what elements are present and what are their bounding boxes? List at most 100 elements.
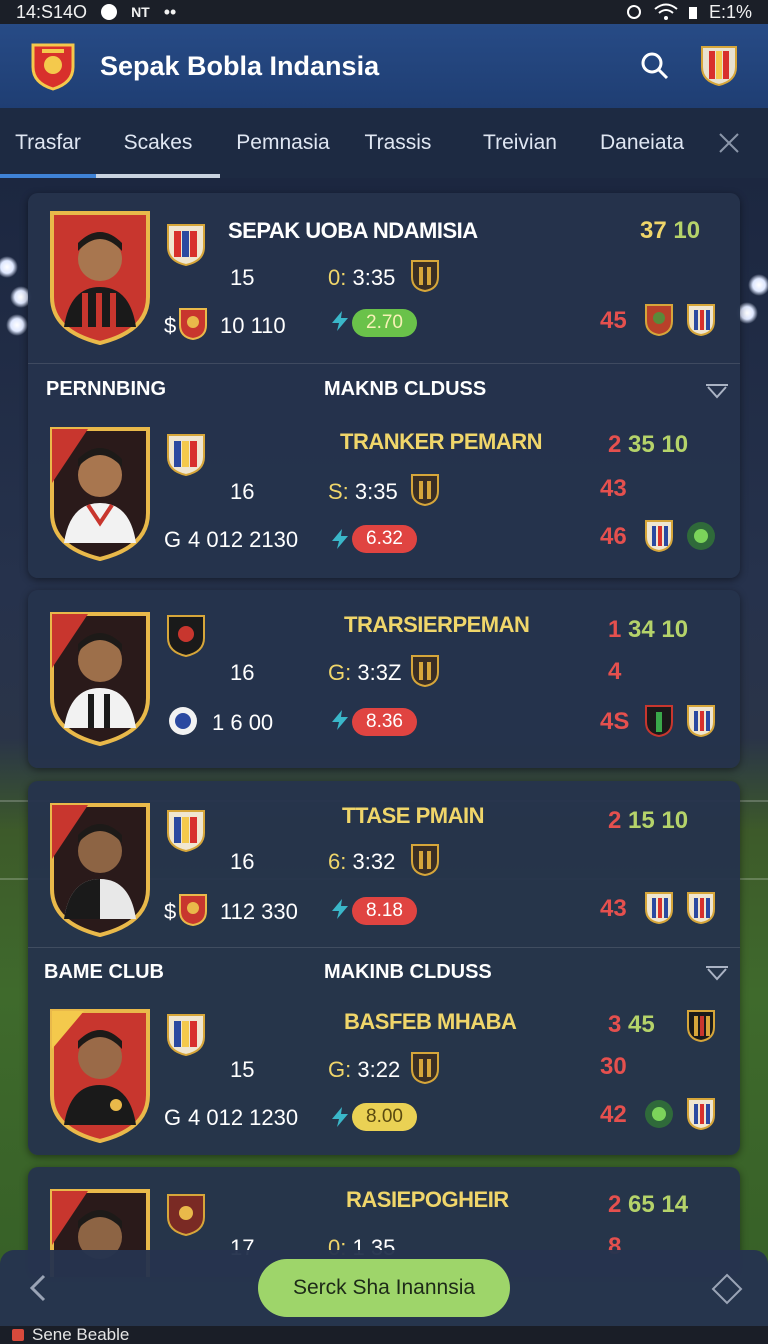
rating-pill: 8.18 bbox=[352, 897, 417, 925]
player-name: TRANKER PEMARN bbox=[340, 429, 543, 454]
divider bbox=[28, 363, 740, 364]
player-age: 15 bbox=[230, 1057, 255, 1082]
alarm-icon bbox=[626, 5, 641, 19]
club-small-badge-icon bbox=[179, 308, 207, 341]
league-badge-icon bbox=[411, 260, 439, 293]
match-time: G: 3:3Z bbox=[328, 660, 402, 685]
score: 37 10 bbox=[640, 217, 701, 244]
player-age: 16 bbox=[230, 479, 255, 504]
bolt-icon bbox=[332, 1107, 348, 1127]
section-label-right: MAKNB CLDUSS bbox=[324, 378, 487, 400]
player-card[interactable]: SEPAK UOBA NDAMISIA 15 0: 3:35 $ 10 110 … bbox=[28, 193, 740, 578]
tab-trasfar[interactable]: Trasfar bbox=[0, 108, 96, 178]
divider bbox=[28, 947, 740, 948]
side-stat: 43 bbox=[600, 895, 627, 922]
player-portrait bbox=[50, 612, 150, 746]
side-stat: 4S bbox=[600, 708, 630, 735]
score: 3 45 bbox=[608, 1011, 655, 1038]
opponent-badge-icon bbox=[645, 304, 673, 337]
club-small-badge-icon bbox=[179, 894, 207, 927]
player-name: RASIEPOGHEIR bbox=[346, 1187, 509, 1212]
score: 2 15 10 bbox=[608, 807, 689, 834]
player-portrait bbox=[50, 803, 150, 937]
club-badge-icon bbox=[167, 224, 205, 267]
league-badge-icon bbox=[411, 1052, 439, 1085]
green-club-icon bbox=[687, 522, 715, 550]
opponent-badge-icon-2 bbox=[687, 1098, 715, 1131]
club-badge-icon bbox=[167, 434, 205, 477]
opponent-badge-icon bbox=[645, 705, 673, 738]
side-stat: 45 bbox=[600, 307, 627, 334]
player-card[interactable]: TRARSIERPEMAN 16 G: 3:3Z 1 6 00 8.36 1 3… bbox=[28, 590, 740, 768]
side-stat: 46 bbox=[600, 523, 627, 550]
club-badge-icon bbox=[167, 1014, 205, 1057]
status-time: 14:S14O bbox=[16, 1, 88, 22]
bolt-icon bbox=[332, 710, 348, 730]
player-name: TRARSIERPEMAN bbox=[344, 612, 530, 637]
league-badge-icon bbox=[411, 474, 439, 507]
market-value: 4 012 1230 bbox=[188, 1105, 299, 1130]
player-portrait bbox=[50, 427, 150, 561]
tab-treivian[interactable]: Treivian bbox=[450, 108, 590, 178]
section-label-left: PERNNBING bbox=[46, 378, 167, 400]
rating-pill: 2.70 bbox=[352, 309, 417, 337]
player-card[interactable]: TTASE PMAIN 16 6: 3:32 $ 112 330 8.18 2 … bbox=[28, 781, 740, 1155]
bottom-bar: Serck Sha Inannsia bbox=[0, 1250, 768, 1326]
player-age: 16 bbox=[230, 849, 255, 874]
player-name: BASFEB MHABA bbox=[344, 1009, 517, 1034]
status-battery: E:1% bbox=[708, 1, 752, 22]
market-value: 10 110 bbox=[220, 313, 286, 338]
club-crest-icon[interactable] bbox=[30, 41, 76, 91]
player-portrait bbox=[50, 211, 150, 345]
round-club-icon bbox=[169, 707, 197, 735]
market-value: 1 6 00 bbox=[212, 710, 274, 735]
side-stat: 42 bbox=[600, 1101, 627, 1128]
market-value: 112 330 bbox=[220, 899, 298, 924]
value-prefix: G bbox=[164, 527, 182, 552]
search-icon[interactable] bbox=[640, 51, 670, 81]
value-prefix: $ bbox=[164, 313, 177, 338]
footer-text: Sene Beable bbox=[32, 1326, 130, 1344]
green-club-icon bbox=[645, 1100, 673, 1128]
search-cta-button[interactable]: Serck Sha Inannsia bbox=[258, 1259, 510, 1317]
club-badge-icon bbox=[167, 810, 205, 853]
chevron-down-icon[interactable] bbox=[704, 961, 730, 983]
rating-pill: 6.32 bbox=[352, 525, 417, 553]
market-value: 4 012 2130 bbox=[188, 527, 299, 552]
bolt-icon bbox=[332, 529, 348, 549]
status-carrier: NT bbox=[131, 4, 150, 20]
team-badge-icon[interactable] bbox=[700, 45, 738, 87]
bolt-icon bbox=[332, 899, 348, 919]
mid-stat: 4 bbox=[608, 658, 622, 685]
match-time: G: 3:22 bbox=[328, 1057, 401, 1082]
club-badge-icon bbox=[167, 1194, 205, 1237]
status-bar: 14:S14O NT •• E:1% bbox=[0, 0, 768, 24]
tab-trassis[interactable]: Trassis bbox=[346, 108, 450, 178]
section-label-right: MAKINB CLDUSS bbox=[324, 961, 492, 983]
mid-stat: 43 bbox=[600, 475, 627, 502]
signal-icon bbox=[688, 7, 697, 19]
match-time: S: 3:35 bbox=[328, 479, 398, 504]
player-name: TTASE PMAIN bbox=[342, 803, 484, 828]
chevron-down-icon[interactable] bbox=[704, 379, 730, 401]
footer-strip: Sene Beable bbox=[0, 1326, 768, 1344]
category-tabs: Trasfar Scakes Pemnasia Trassis Treivian… bbox=[0, 108, 768, 178]
opponent-badge-icon-2 bbox=[687, 892, 715, 925]
wifi-icon bbox=[654, 3, 678, 20]
tab-pemnasia[interactable]: Pemnasia bbox=[220, 108, 346, 178]
notification-icon bbox=[101, 4, 118, 20]
tab-scakes[interactable]: Scakes bbox=[96, 108, 220, 178]
opponent-badge-icon bbox=[645, 520, 673, 553]
close-icon[interactable] bbox=[716, 130, 742, 156]
tab-daneiata[interactable]: Daneiata bbox=[590, 108, 694, 178]
player-name: SEPAK UOBA NDAMISIA bbox=[228, 218, 478, 243]
player-portrait bbox=[50, 1009, 150, 1143]
diamond-icon[interactable] bbox=[710, 1272, 744, 1306]
chevron-left-icon[interactable] bbox=[26, 1272, 50, 1304]
bolt-icon bbox=[332, 311, 348, 331]
value-prefix: $ bbox=[164, 899, 177, 924]
score: 2 35 10 bbox=[608, 431, 689, 458]
rating-pill: 8.00 bbox=[352, 1103, 417, 1131]
status-dots: •• bbox=[163, 1, 177, 22]
league-badge-icon bbox=[411, 655, 439, 688]
